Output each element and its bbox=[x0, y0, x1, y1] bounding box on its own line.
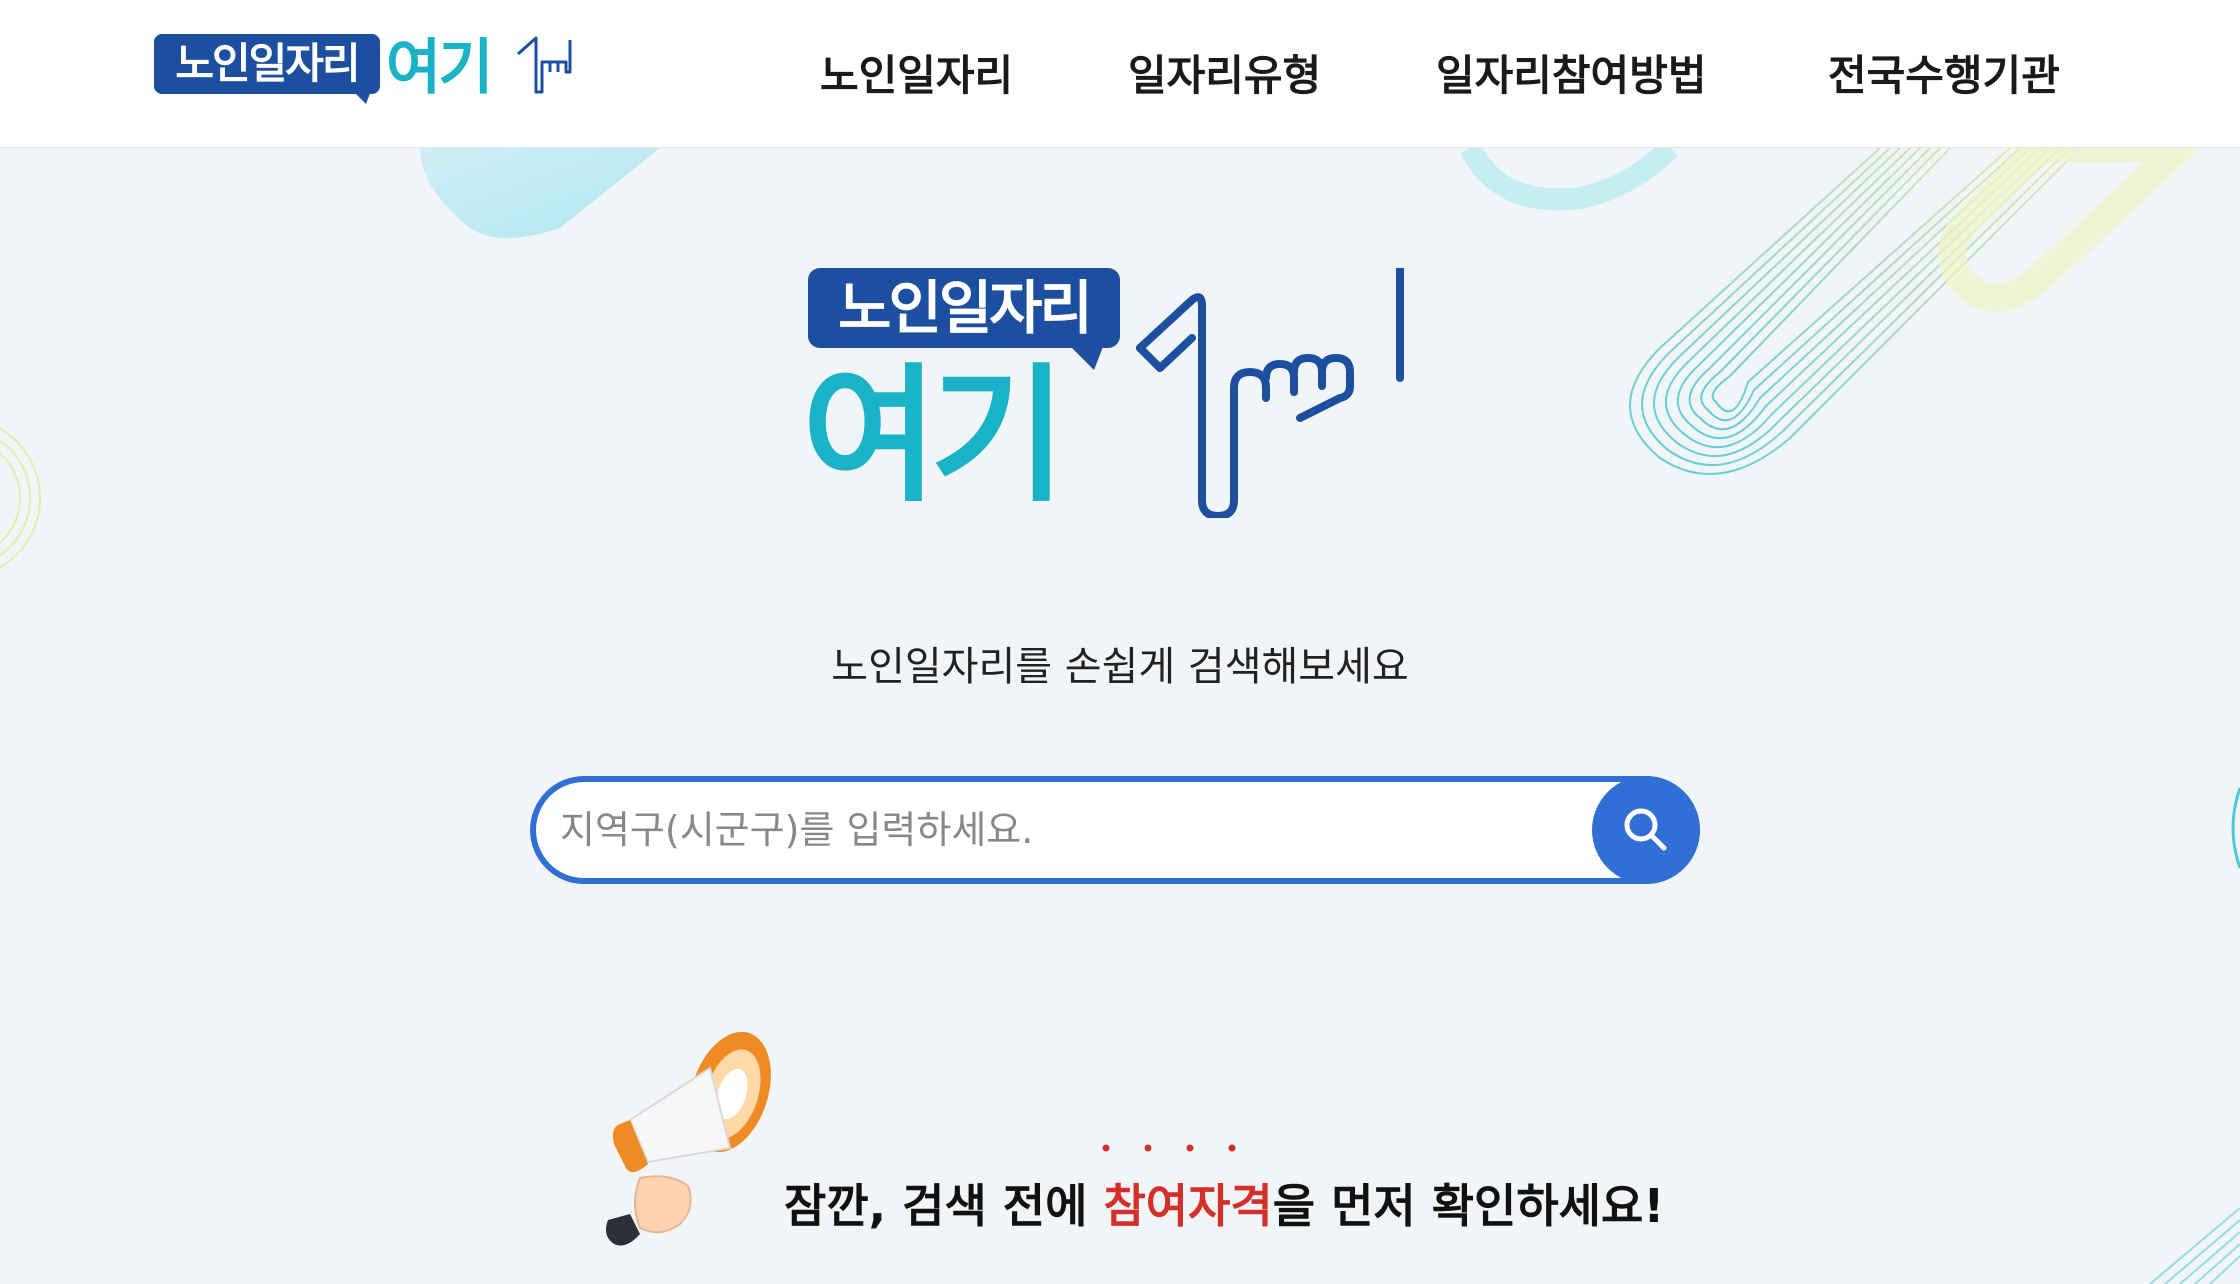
logo-badge-tail bbox=[350, 88, 372, 104]
notice-text: 잠깐, 검색 전에 참여자격을 먼저 확인하세요! bbox=[784, 1170, 1664, 1236]
emphasis-dots bbox=[1102, 1144, 1236, 1152]
nav-how-to-join[interactable]: 일자리참여방법 bbox=[1436, 42, 1706, 103]
search-box bbox=[530, 776, 1700, 884]
megaphone-icon bbox=[606, 1031, 771, 1246]
logo-yeogi-text: 여기 bbox=[386, 33, 493, 103]
logo-badge-text: 노인일자리 bbox=[154, 34, 380, 94]
hero-logo-yeogi-text: 여기 bbox=[802, 350, 1066, 522]
nav-senior-jobs[interactable]: 노인일자리 bbox=[820, 42, 1013, 103]
nav-agencies[interactable]: 전국수행기관 bbox=[1828, 42, 2060, 103]
header: 노인일자리 여기 노인일자리 일자리유형 일자리참여방법 전국수행기관 bbox=[0, 0, 2240, 148]
notice-highlight-link[interactable]: 참여자격 bbox=[1103, 1179, 1272, 1233]
pointing-hand-icon bbox=[517, 36, 572, 94]
hero-logo: 노인일자리 여기 bbox=[802, 268, 1422, 518]
notice-prefix: 잠깐, 검색 전에 bbox=[784, 1179, 1104, 1233]
search-button[interactable] bbox=[1592, 776, 1700, 884]
search-input[interactable] bbox=[560, 782, 1540, 878]
notice-suffix: 을 먼저 확인하세요! bbox=[1272, 1179, 1665, 1233]
search-icon bbox=[1624, 808, 1667, 851]
nav-job-types[interactable]: 일자리유형 bbox=[1128, 42, 1321, 103]
site-logo[interactable]: 노인일자리 여기 bbox=[154, 28, 584, 110]
hero-subtitle: 노인일자리를 손쉽게 검색해보세요 bbox=[831, 644, 1409, 690]
hero-pointing-hand-icon bbox=[1136, 268, 1404, 518]
hero-logo-badge-text: 노인일자리 bbox=[808, 268, 1120, 348]
notice-banner: 잠깐, 검색 전에 참여자격을 먼저 확인하세요! bbox=[600, 1020, 1700, 1270]
hero-logo-badge-tail bbox=[1068, 344, 1104, 370]
